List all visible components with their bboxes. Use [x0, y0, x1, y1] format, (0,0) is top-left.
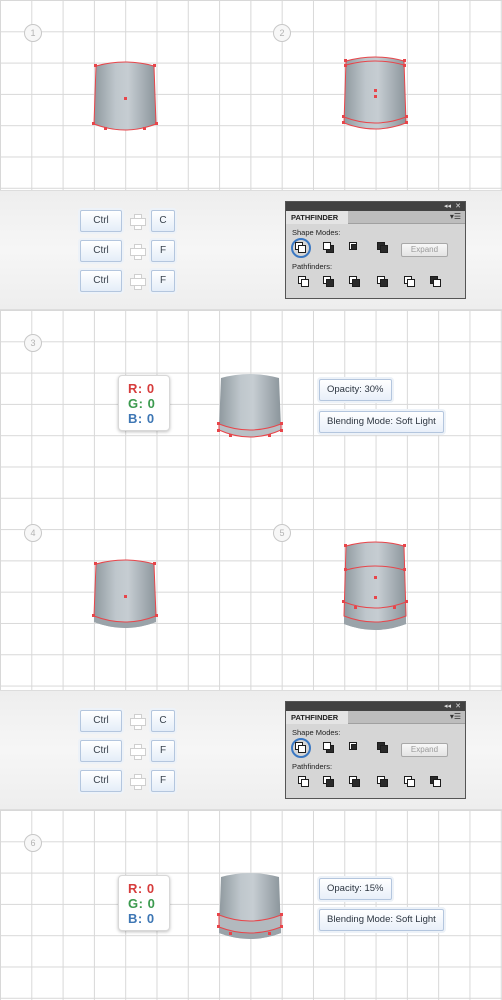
- b-label: B:: [128, 911, 143, 926]
- plus-icon: [130, 774, 146, 790]
- cylinder-shape-step6: [217, 873, 283, 939]
- plus-icon: [130, 714, 146, 730]
- crop-icon[interactable]: [377, 776, 389, 788]
- key-f: F: [151, 740, 175, 762]
- cylinder-shape-step2: [342, 56, 408, 130]
- trim-icon[interactable]: [323, 276, 335, 288]
- r-value: 0: [146, 381, 155, 396]
- g-value: 0: [147, 896, 156, 911]
- anchor-point: [124, 97, 127, 100]
- outline-icon[interactable]: [404, 276, 416, 288]
- anchor-point: [153, 64, 156, 67]
- divide-icon[interactable]: [298, 776, 310, 788]
- cylinder-shape-step1: [92, 61, 158, 131]
- rgb-color-card: R: 0 G: 0 B: 0: [118, 875, 170, 931]
- outline-icon[interactable]: [404, 776, 416, 788]
- anchor-point: [143, 127, 146, 130]
- panel-titlebar: ◂◂ ✕: [286, 202, 465, 211]
- exclude-icon[interactable]: [377, 742, 389, 754]
- merge-icon[interactable]: [349, 776, 361, 788]
- anchor-point: [94, 64, 97, 67]
- r-label: R:: [128, 381, 143, 396]
- key-f: F: [151, 240, 175, 262]
- unite-icon[interactable]: [295, 742, 307, 754]
- minus-front-icon[interactable]: [323, 242, 335, 254]
- key-f: F: [151, 770, 175, 792]
- r-value: 0: [146, 881, 155, 896]
- rgb-color-card: R: 0 G: 0 B: 0: [118, 375, 170, 431]
- key-ctrl: Ctrl: [80, 740, 122, 762]
- step-badge-6: 6: [24, 834, 42, 852]
- pathfinder-panel: ◂◂ ✕ PATHFINDER ▾☰ Shape Modes: Expand P…: [285, 201, 466, 299]
- tab-pathfinder[interactable]: PATHFINDER: [286, 211, 348, 224]
- exclude-icon[interactable]: [377, 242, 389, 254]
- tab-pathfinder[interactable]: PATHFINDER: [286, 711, 348, 724]
- key-ctrl: Ctrl: [80, 210, 122, 232]
- cylinder-shape-step3: [217, 374, 283, 438]
- opacity-label: Opacity: 30%: [319, 379, 392, 401]
- close-icon[interactable]: ✕: [455, 202, 461, 211]
- step-badge-5: 5: [273, 524, 291, 542]
- anchor-point: [104, 127, 107, 130]
- g-label: G:: [128, 896, 144, 911]
- double-chevron-icon[interactable]: ◂◂: [444, 202, 451, 211]
- close-icon[interactable]: ✕: [455, 702, 461, 711]
- divide-icon[interactable]: [298, 276, 310, 288]
- step-badge-3: 3: [24, 334, 42, 352]
- anchor-point: [155, 122, 158, 125]
- crop-icon[interactable]: [377, 276, 389, 288]
- key-c: C: [151, 210, 175, 232]
- unite-icon[interactable]: [295, 242, 307, 254]
- step-badge-2: 2: [273, 24, 291, 42]
- blending-mode-label: Blending Mode: Soft Light: [319, 411, 444, 433]
- g-label: G:: [128, 396, 144, 411]
- pathfinder-panel: ◂◂ ✕ PATHFINDER ▾☰ Shape Modes: Expand P…: [285, 701, 466, 799]
- pathfinders-label: Pathfinders:: [292, 262, 333, 271]
- opacity-label: Opacity: 15%: [319, 878, 392, 900]
- minus-front-icon[interactable]: [323, 742, 335, 754]
- step-badge-1: 1: [24, 24, 42, 42]
- r-label: R:: [128, 881, 143, 896]
- b-value: 0: [146, 911, 155, 926]
- key-ctrl: Ctrl: [80, 270, 122, 292]
- b-value: 0: [146, 411, 155, 426]
- minus-back-icon[interactable]: [430, 276, 442, 288]
- panel-tabbar: PATHFINDER ▾☰: [286, 711, 465, 724]
- blending-mode-label: Blending Mode: Soft Light: [319, 909, 444, 931]
- plus-icon: [130, 274, 146, 290]
- intersect-icon[interactable]: [349, 742, 361, 754]
- key-ctrl: Ctrl: [80, 710, 122, 732]
- double-chevron-icon[interactable]: ◂◂: [444, 702, 451, 711]
- panel-menu-icon[interactable]: ▾☰: [450, 712, 461, 721]
- anchor-point: [92, 122, 95, 125]
- panel-titlebar: ◂◂ ✕: [286, 702, 465, 711]
- expand-button[interactable]: Expand: [401, 743, 448, 757]
- plus-icon: [130, 744, 146, 760]
- canvas-grid-middle: [0, 310, 502, 690]
- canvas-grid-top: [0, 0, 502, 190]
- expand-button[interactable]: Expand: [401, 243, 448, 257]
- minus-back-icon[interactable]: [430, 776, 442, 788]
- intersect-icon[interactable]: [349, 242, 361, 254]
- key-c: C: [151, 710, 175, 732]
- step-badge-4: 4: [24, 524, 42, 542]
- panel-menu-icon[interactable]: ▾☰: [450, 212, 461, 221]
- merge-icon[interactable]: [349, 276, 361, 288]
- plus-icon: [130, 244, 146, 260]
- trim-icon[interactable]: [323, 776, 335, 788]
- panel-tabbar: PATHFINDER ▾☰: [286, 211, 465, 224]
- shape-modes-label: Shape Modes:: [292, 228, 341, 237]
- cylinder-shape-step4: [92, 559, 158, 628]
- pathfinders-label: Pathfinders:: [292, 762, 333, 771]
- g-value: 0: [147, 396, 156, 411]
- b-label: B:: [128, 411, 143, 426]
- shape-modes-label: Shape Modes:: [292, 728, 341, 737]
- cylinder-shape-step5: [342, 541, 408, 630]
- plus-icon: [130, 214, 146, 230]
- key-f: F: [151, 270, 175, 292]
- key-ctrl: Ctrl: [80, 240, 122, 262]
- key-ctrl: Ctrl: [80, 770, 122, 792]
